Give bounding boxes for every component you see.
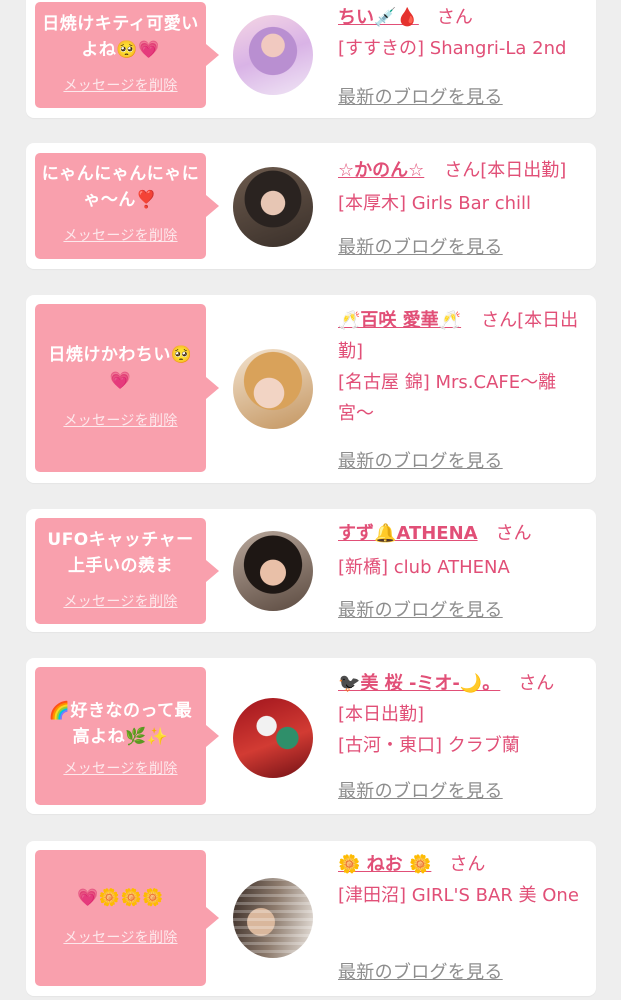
- status-badge: [本日出勤]: [338, 704, 425, 725]
- latest-blog-link[interactable]: 最新のブログを見る: [338, 777, 503, 803]
- avatar[interactable]: [233, 698, 313, 778]
- message-card: 🌈好きなのって最高よね🌿✨ メッセージを削除 🐦‍⬛美 桜 -ミオ-🌙。 さん […: [26, 658, 596, 814]
- message-text: 🌈好きなのって最高よね🌿✨: [48, 701, 193, 747]
- delete-message-link[interactable]: メッセージを削除: [35, 410, 206, 430]
- honorific: さん: [518, 673, 555, 694]
- user-info: すず🔔ATHENA さん [新橋] club ATHENA: [338, 518, 590, 583]
- store-location: [新橋] club ATHENA: [338, 557, 510, 578]
- user-name-link[interactable]: ちい💉🩸: [338, 7, 419, 28]
- message-bubble: 日焼けかわちい🥺💗 メッセージを削除: [35, 304, 219, 472]
- user-name-link[interactable]: 🐦‍⬛美 桜 -ミオ-🌙。: [338, 673, 500, 694]
- message-bubble: にゃんにゃんにゃにゃ〜ん❣️ メッセージを削除: [35, 153, 219, 259]
- message-text: UFOキャッチャー上手いの羨ま: [47, 530, 194, 576]
- avatar[interactable]: [233, 167, 313, 247]
- honorific: さん: [436, 7, 473, 28]
- delete-message-link[interactable]: メッセージを削除: [35, 591, 206, 611]
- user-info: 🐦‍⬛美 桜 -ミオ-🌙。 さん [本日出勤] [古河・東口] クラブ蘭: [338, 668, 590, 761]
- message-card: UFOキャッチャー上手いの羨ま メッセージを削除 すず🔔ATHENA さん [新橋…: [26, 509, 596, 632]
- message-text: 日焼けキティ可愛いよね🥺💗: [42, 14, 199, 60]
- user-name-link[interactable]: 🌼 ねお 🌼: [338, 854, 431, 875]
- store-location: [津田沼] GIRL'S BAR 美 One: [338, 885, 579, 906]
- avatar[interactable]: [233, 349, 313, 429]
- honorific: さん: [449, 854, 486, 875]
- latest-blog-link[interactable]: 最新のブログを見る: [338, 447, 503, 473]
- latest-blog-link[interactable]: 最新のブログを見る: [338, 83, 503, 109]
- latest-blog-link[interactable]: 最新のブログを見る: [338, 233, 503, 259]
- user-name-link[interactable]: ☆かのん☆: [338, 160, 424, 181]
- message-bubble: 💗🌼🌼🌼 メッセージを削除: [35, 850, 219, 986]
- avatar[interactable]: [233, 15, 313, 95]
- message-text: 日焼けかわちい🥺💗: [48, 345, 193, 391]
- message-bubble: 🌈好きなのって最高よね🌿✨ メッセージを削除: [35, 667, 219, 805]
- avatar[interactable]: [233, 531, 313, 611]
- user-info: ちい💉🩸 さん [すすきの] Shangri-La 2nd: [338, 2, 590, 64]
- honorific: さん: [444, 160, 481, 181]
- message-card: 💗🌼🌼🌼 メッセージを削除 🌼 ねお 🌼 さん [津田沼] GIRL'S BAR …: [26, 841, 596, 996]
- user-info: 🥂百咲 愛華🥂 さん[本日出勤] [名古屋 錦] Mrs.CAFE〜離宮〜: [338, 305, 590, 429]
- store-location: [名古屋 錦] Mrs.CAFE〜離宮〜: [338, 372, 557, 424]
- message-card: 日焼けかわちい🥺💗 メッセージを削除 🥂百咲 愛華🥂 さん[本日出勤] [名古屋 …: [26, 295, 596, 483]
- status-badge: [本日出勤]: [480, 160, 567, 181]
- avatar[interactable]: [233, 878, 313, 958]
- honorific: さん: [495, 523, 532, 544]
- delete-message-link[interactable]: メッセージを削除: [35, 225, 206, 245]
- latest-blog-link[interactable]: 最新のブログを見る: [338, 596, 503, 622]
- delete-message-link[interactable]: メッセージを削除: [35, 758, 206, 778]
- user-name-link[interactable]: すず🔔ATHENA: [338, 523, 478, 544]
- user-info: 🌼 ねお 🌼 さん [津田沼] GIRL'S BAR 美 One: [338, 849, 590, 911]
- message-bubble: UFOキャッチャー上手いの羨ま メッセージを削除: [35, 518, 219, 624]
- user-name-link[interactable]: 🥂百咲 愛華🥂: [338, 310, 461, 331]
- user-info: ☆かのん☆ さん[本日出勤] [本厚木] Girls Bar chill: [338, 155, 590, 219]
- store-location: [古河・東口] クラブ蘭: [338, 735, 520, 756]
- message-text: 💗🌼🌼🌼: [77, 888, 164, 908]
- delete-message-link[interactable]: メッセージを削除: [35, 927, 206, 947]
- store-location: [本厚木] Girls Bar chill: [338, 193, 532, 214]
- message-card: 日焼けキティ可愛いよね🥺💗 メッセージを削除 ちい💉🩸 さん [すすきの] Sha…: [26, 0, 596, 118]
- latest-blog-link[interactable]: 最新のブログを見る: [338, 958, 503, 984]
- message-bubble: 日焼けキティ可愛いよね🥺💗 メッセージを削除: [35, 2, 219, 108]
- delete-message-link[interactable]: メッセージを削除: [35, 75, 206, 95]
- honorific: さん: [481, 310, 518, 331]
- message-text: にゃんにゃんにゃにゃ〜ん❣️: [41, 164, 200, 210]
- message-card: にゃんにゃんにゃにゃ〜ん❣️ メッセージを削除 ☆かのん☆ さん[本日出勤] [本…: [26, 143, 596, 269]
- store-location: [すすきの] Shangri-La 2nd: [338, 38, 567, 59]
